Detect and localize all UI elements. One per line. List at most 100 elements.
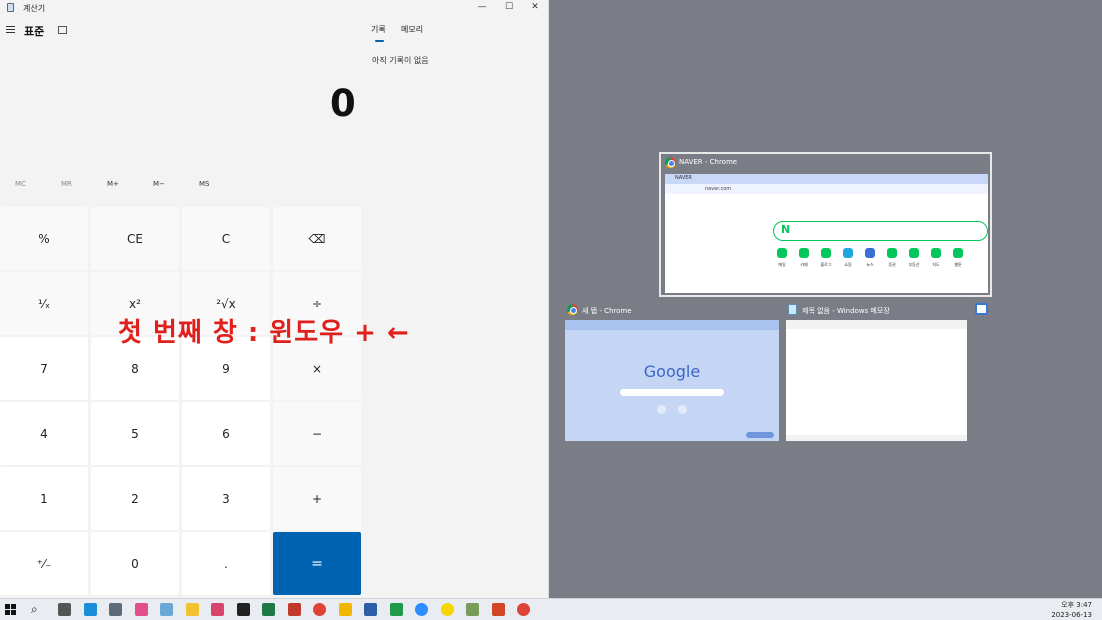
zoom-icon[interactable] (415, 603, 428, 616)
close-button[interactable]: ✕ (529, 2, 541, 12)
app-icon[interactable] (466, 603, 479, 616)
memory-subtract-button[interactable]: M− (153, 180, 165, 188)
mode-title: 표준 (24, 25, 45, 38)
naver-shortcut-label: 블로그 (820, 262, 832, 267)
naver-shortcut-icon (777, 248, 787, 258)
address-bar: naver.com (705, 186, 732, 192)
title-bar: 계산기 — ☐ ✕ (0, 0, 549, 16)
app-icon[interactable] (287, 603, 301, 616)
terminal-icon[interactable] (236, 603, 250, 616)
digit-6-button[interactable]: 6 (182, 402, 270, 465)
naver-shortcut-label: 증권 (888, 262, 896, 267)
minus-button[interactable]: − (273, 402, 361, 465)
naver-window-title: NAVER - Chrome (679, 158, 738, 166)
digit-5-button[interactable]: 5 (91, 402, 179, 465)
app-icon[interactable] (364, 603, 377, 616)
equals-button[interactable]: = (273, 532, 361, 595)
search-icon[interactable]: ⌕ (31, 602, 38, 617)
digit-3-button[interactable]: 3 (182, 467, 270, 530)
explorer-icon[interactable] (185, 603, 199, 616)
naver-preview: NAVER naver.com N 메일 카페 블로그 쇼핑 뉴스 증권 부동산 지도 웹툰 (665, 174, 988, 293)
backspace-button[interactable]: ⌫ (273, 207, 361, 270)
google-logo: Google (643, 362, 701, 381)
browser-toolbar: naver.com (665, 184, 988, 194)
notepad-thumbnail[interactable] (786, 320, 967, 441)
chrome-icon (567, 304, 578, 315)
notepad-app-icon (975, 303, 988, 315)
calculator-icon[interactable] (109, 603, 122, 616)
memory-store-button[interactable]: MS (199, 180, 209, 188)
naver-shortcut-label: 부동산 (908, 262, 920, 267)
chrome-icon[interactable] (313, 603, 326, 616)
history-empty-text: 아직 기록이 없음 (372, 56, 429, 65)
naver-thumbnail[interactable]: NAVER - Chrome NAVER naver.com N 메일 카페 블로그… (659, 152, 992, 297)
keep-on-top-icon[interactable] (58, 26, 67, 34)
naver-search-box: N (773, 221, 988, 241)
window-title: 계산기 (23, 4, 46, 13)
decimal-button[interactable]: . (182, 532, 270, 595)
start-icon[interactable] (5, 604, 16, 615)
naver-shortcut-label: 메일 (778, 262, 786, 267)
digit-1-button[interactable]: 1 (0, 467, 88, 530)
clear-button[interactable]: C (182, 207, 270, 270)
browser-tabstrip (565, 320, 779, 330)
shortcut-icon (678, 405, 687, 414)
naver-logo: N (781, 223, 791, 236)
excel-icon[interactable] (262, 603, 275, 616)
task-view-icon[interactable] (58, 603, 71, 616)
clock-time: 오후 3:47 (1061, 601, 1092, 609)
clear-entry-button[interactable]: CE (91, 207, 179, 270)
naver-shortcut-label: 쇼핑 (844, 262, 852, 267)
naver-shortcut-label: 카페 (800, 262, 808, 267)
naver-shortcut-icon (953, 248, 963, 258)
notepad-menubar (786, 320, 967, 329)
naver-shortcut-icon (821, 248, 831, 258)
result-display: 0 (330, 82, 356, 125)
google-search-box (620, 389, 724, 396)
browser-tab: NAVER (675, 175, 692, 181)
naver-shortcut-label: 뉴스 (866, 262, 874, 267)
powerpoint-icon[interactable] (491, 603, 505, 616)
naver-shortcut-icon (799, 248, 809, 258)
percent-button[interactable]: % (0, 207, 88, 270)
notepad-statusbar (786, 435, 967, 441)
edge-icon[interactable] (83, 603, 97, 616)
app-icon[interactable] (389, 603, 403, 616)
memory-add-button[interactable]: M+ (107, 180, 119, 188)
taskbar: ⌕ 오후 3:47 2023-06-13 (0, 598, 1102, 620)
menu-icon[interactable] (6, 26, 15, 33)
minimize-button[interactable]: — (476, 2, 488, 12)
naver-shortcut-icon (887, 248, 897, 258)
naver-shortcut-icon (909, 248, 919, 258)
app-icon[interactable] (338, 603, 352, 616)
reciprocal-button[interactable]: ¹⁄ₓ (0, 272, 88, 335)
kakaotalk-icon[interactable] (440, 603, 454, 616)
calculator-header: 표준 기록 메모리 (0, 18, 549, 44)
negate-button[interactable]: ⁺⁄₋ (0, 532, 88, 595)
naver-shortcut-icon (865, 248, 875, 258)
snip-icon[interactable] (211, 603, 224, 616)
naver-shortcut-icon (843, 248, 853, 258)
tab-memory[interactable]: 메모리 (401, 24, 423, 35)
plus-button[interactable]: + (273, 467, 361, 530)
clock[interactable]: 오후 3:47 2023-06-13 (1051, 600, 1092, 620)
maximize-button[interactable]: ☐ (503, 2, 515, 12)
chrome-icon (665, 157, 676, 168)
newtab-window-title: 새 탭 - Chrome (582, 307, 632, 315)
newtab-thumbnail[interactable]: Google (565, 320, 779, 441)
naver-shortcut-icon (931, 248, 941, 258)
notepad-icon (788, 304, 797, 315)
digit-2-button[interactable]: 2 (91, 467, 179, 530)
chrome-icon[interactable] (517, 603, 530, 616)
overlay-annotation: 첫 번째 창 : 윈도우 + ← (118, 318, 410, 348)
calculator-window: 계산기 — ☐ ✕ 표준 기록 메모리 아직 기록이 없음 0 MC MR M+… (0, 0, 549, 598)
naver-shortcut-label: 웹툰 (954, 262, 962, 267)
app-icon[interactable] (160, 603, 173, 616)
memory-clear-button[interactable]: MC (15, 180, 26, 188)
digit-7-button[interactable]: 7 (0, 337, 88, 400)
tab-history[interactable]: 기록 (371, 24, 386, 35)
memory-recall-button[interactable]: MR (61, 180, 72, 188)
digit-0-button[interactable]: 0 (91, 532, 179, 595)
paint-icon[interactable] (134, 603, 148, 616)
digit-4-button[interactable]: 4 (0, 402, 88, 465)
